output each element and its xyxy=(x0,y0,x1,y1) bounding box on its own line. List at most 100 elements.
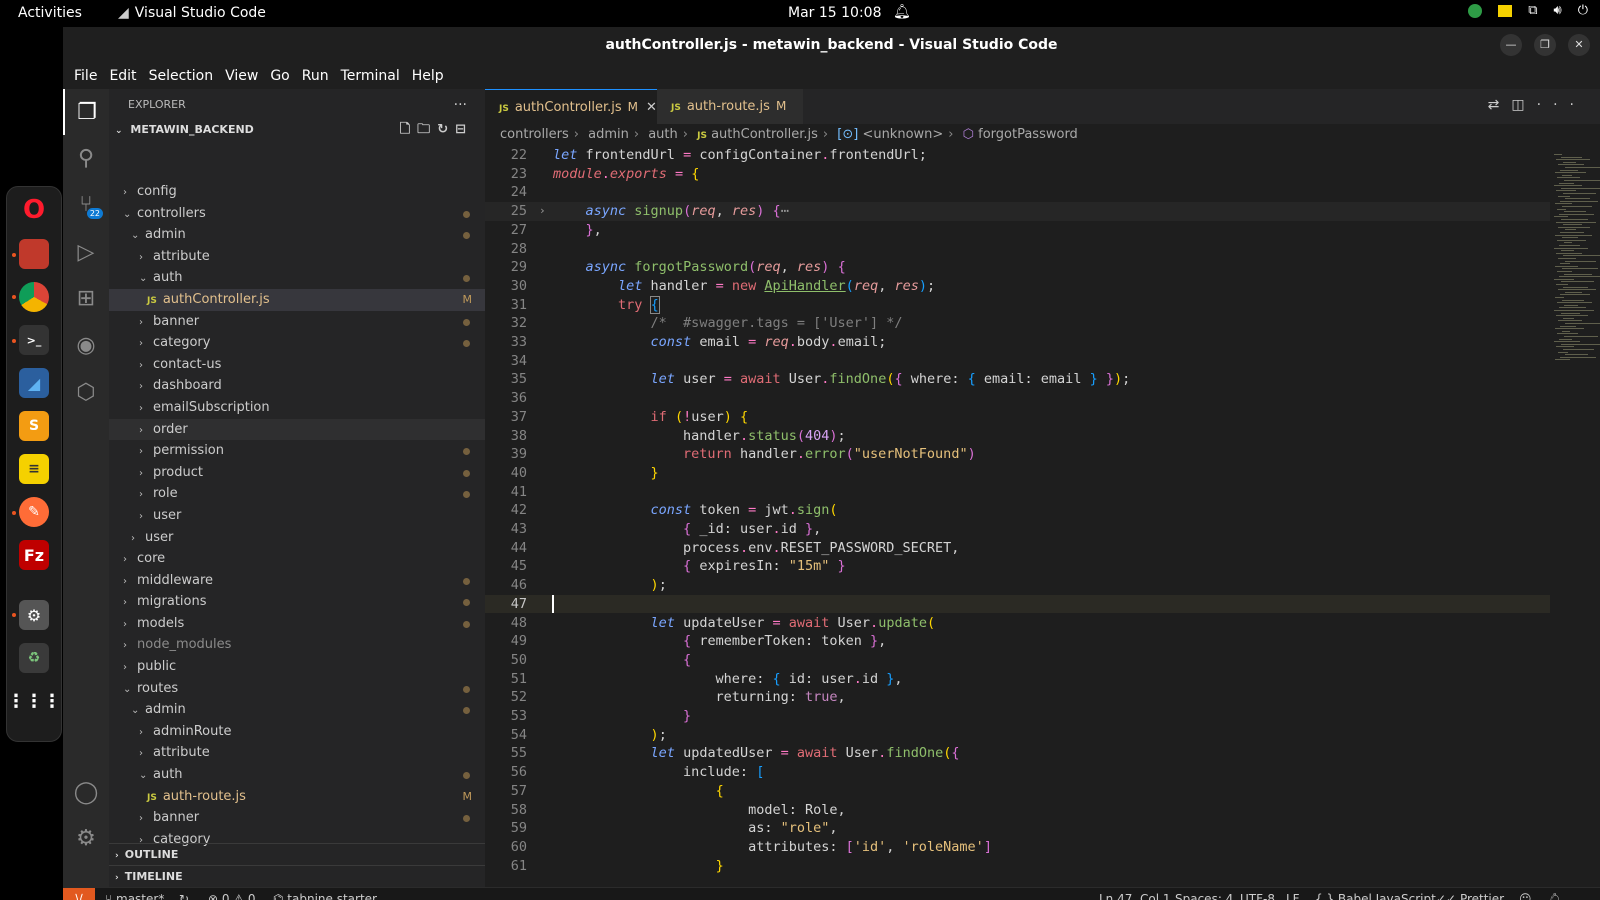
code-line[interactable]: 49 { rememberToken: token }, xyxy=(485,632,1550,651)
account-icon[interactable]: ◯ xyxy=(63,769,109,815)
workspace-section[interactable]: ⌄ METAWIN_BACKEND 🗋︎🗀︎↻⊟ xyxy=(109,119,485,141)
network-icon[interactable]: ⧉ xyxy=(1528,3,1537,18)
power-icon[interactable]: ⏻ xyxy=(1578,3,1588,18)
folder-item[interactable]: › node_modules xyxy=(109,634,485,656)
folder-item[interactable]: › emailSubscription xyxy=(109,397,485,419)
github-icon[interactable]: ◉ xyxy=(63,322,109,368)
folder-item[interactable]: › public xyxy=(109,656,485,678)
file-item[interactable]: JS authController.js M xyxy=(109,288,485,311)
sublime-icon[interactable]: S xyxy=(19,411,49,441)
fold-chevron-icon[interactable]: › xyxy=(539,202,546,221)
remote-explorer-icon[interactable]: ⬡ xyxy=(63,369,109,415)
folder-item[interactable]: › banner xyxy=(109,311,485,333)
encoding[interactable]: UTF-8 xyxy=(1240,888,1275,900)
breadcrumb-item[interactable]: authController.js xyxy=(711,127,818,142)
code-line[interactable]: 52 returning: true, xyxy=(485,688,1550,707)
folder-item[interactable]: ⌄ admin xyxy=(109,699,485,721)
code-line[interactable]: 32 /* #swagger.tags = ['User'] */ xyxy=(485,314,1550,333)
menu-view[interactable]: View xyxy=(219,68,264,84)
code-line[interactable]: 57 { xyxy=(485,782,1550,801)
folder-item[interactable]: › dashboard xyxy=(109,375,485,397)
folder-item[interactable]: › migrations xyxy=(109,591,485,613)
volume-icon[interactable]: 🔊︎ xyxy=(1554,3,1562,18)
code-line[interactable]: 37 if (!user) { xyxy=(485,408,1550,427)
folder-item[interactable]: › middleware xyxy=(109,570,485,592)
breadcrumb-item[interactable]: <unknown> xyxy=(862,127,943,142)
breadcrumb-item[interactable]: admin xyxy=(588,127,629,142)
code-line[interactable]: 42 const token = jwt.sign( xyxy=(485,501,1550,520)
breadcrumb-item[interactable]: forgotPassword xyxy=(978,127,1078,142)
notification-bell-icon[interactable]: 🔔︎ xyxy=(893,4,911,20)
code-line[interactable]: 54 ); xyxy=(485,726,1550,745)
code-line[interactable]: 60 attributes: ['id', 'roleName'] xyxy=(485,838,1550,857)
activities-button[interactable]: Activities xyxy=(18,5,82,21)
menu-selection[interactable]: Selection xyxy=(143,68,220,84)
code-line[interactable]: 36 xyxy=(485,389,1550,408)
folder-item[interactable]: › attribute xyxy=(109,246,485,268)
code-line[interactable]: 53 } xyxy=(485,707,1550,726)
code-line[interactable]: 27 }, xyxy=(485,221,1550,240)
folder-item[interactable]: › config xyxy=(109,181,485,203)
folder-item[interactable]: › attribute xyxy=(109,742,485,764)
chat-indicator-icon[interactable] xyxy=(1468,3,1483,18)
manage-gear-icon[interactable]: ⚙ xyxy=(63,815,109,861)
code-line[interactable]: 59 as: "role", xyxy=(485,819,1550,838)
breadcrumb-item[interactable]: controllers xyxy=(500,127,569,142)
code-line[interactable]: 43 { _id: user.id }, xyxy=(485,520,1550,539)
indentation[interactable]: Spaces: 4 xyxy=(1175,888,1233,900)
source-control-icon[interactable]: ⑂ 22 xyxy=(63,181,109,227)
code-line[interactable]: 56 include: [ xyxy=(485,763,1550,782)
outline-section[interactable]: › OUTLINE xyxy=(109,843,485,865)
code-line[interactable]: 44 process.env.RESET_PASSWORD_SECRET, xyxy=(485,539,1550,558)
notifications-icon[interactable]: 🔔︎ xyxy=(1547,888,1562,900)
menu-help[interactable]: Help xyxy=(406,68,450,84)
close-tab-icon[interactable]: ✕ xyxy=(646,100,657,115)
notes-icon[interactable]: ≡ xyxy=(19,454,49,484)
tabnine-status[interactable]: ⌬ tabnine starter xyxy=(273,888,377,900)
close-icon[interactable]: ✕ xyxy=(1568,34,1590,56)
code-line[interactable]: 28 xyxy=(485,240,1550,259)
folder-item[interactable]: › permission xyxy=(109,440,485,462)
code-line[interactable]: 45 { expiresIn: "15m" } xyxy=(485,557,1550,576)
code-line[interactable]: 38 handler.status(404); xyxy=(485,427,1550,446)
search-icon[interactable]: ⚲ xyxy=(63,135,109,181)
file-item[interactable]: JS auth-route.js M xyxy=(109,786,485,808)
code-line[interactable]: 48 let updateUser = await User.update( xyxy=(485,614,1550,633)
folder-item[interactable]: › order xyxy=(109,418,485,441)
clock[interactable]: Mar 15 10:08 xyxy=(788,5,881,21)
sync-icon[interactable]: ↻ xyxy=(179,888,189,900)
new-folder-icon[interactable]: 🗀︎ xyxy=(417,122,437,137)
code-editor[interactable]: 22 let frontendUrl = configContainer.fron… xyxy=(485,146,1550,887)
folder-item[interactable]: › user xyxy=(109,527,485,549)
folder-item[interactable]: ⌄ auth xyxy=(109,267,485,289)
collapse-all-icon[interactable]: ⊟ xyxy=(455,122,473,137)
feedback-icon[interactable]: ☺ xyxy=(1519,888,1532,900)
folder-item[interactable]: › models xyxy=(109,613,485,635)
code-line[interactable]: 24 xyxy=(485,183,1550,202)
folder-item[interactable]: › product xyxy=(109,462,485,484)
menu-file[interactable]: File xyxy=(68,68,103,84)
chrome-icon[interactable] xyxy=(19,282,49,312)
code-line[interactable]: 22 let frontendUrl = configContainer.fron… xyxy=(485,146,1550,165)
notes-indicator-icon[interactable] xyxy=(1498,4,1513,17)
code-line[interactable]: 40 } xyxy=(485,464,1550,483)
vscode-dock-icon[interactable]: ◢ xyxy=(19,368,49,398)
code-line[interactable]: 29 async forgotPassword(req, res) { xyxy=(485,258,1550,277)
breadcrumb-item[interactable]: auth xyxy=(648,127,678,142)
remote-indicator-icon[interactable]: ⟩⟨ xyxy=(63,888,95,900)
minimize-icon[interactable]: — xyxy=(1500,34,1522,56)
filezilla-icon[interactable]: Fz xyxy=(19,540,49,570)
code-line[interactable]: 23 module.exports = { xyxy=(485,165,1550,184)
menu-terminal[interactable]: Terminal xyxy=(335,68,406,84)
folder-item[interactable]: › adminRoute xyxy=(109,721,485,743)
run-debug-icon[interactable]: ▷ xyxy=(63,229,109,275)
compare-changes-icon[interactable]: ⇄ xyxy=(1488,97,1512,113)
new-file-icon[interactable]: 🗋︎ xyxy=(400,122,417,137)
folder-item[interactable]: ⌄ auth xyxy=(109,764,485,786)
tab-auth-route[interactable]: JS auth-route.js M xyxy=(657,89,803,124)
folder-item[interactable]: › user xyxy=(109,505,485,527)
code-line[interactable]: 30 let handler = new ApiHandler(req, res… xyxy=(485,277,1550,296)
code-line[interactable]: 34 xyxy=(485,352,1550,371)
code-line[interactable]: 41 xyxy=(485,483,1550,502)
code-line[interactable]: 35 let user = await User.findOne({ where… xyxy=(485,370,1550,389)
